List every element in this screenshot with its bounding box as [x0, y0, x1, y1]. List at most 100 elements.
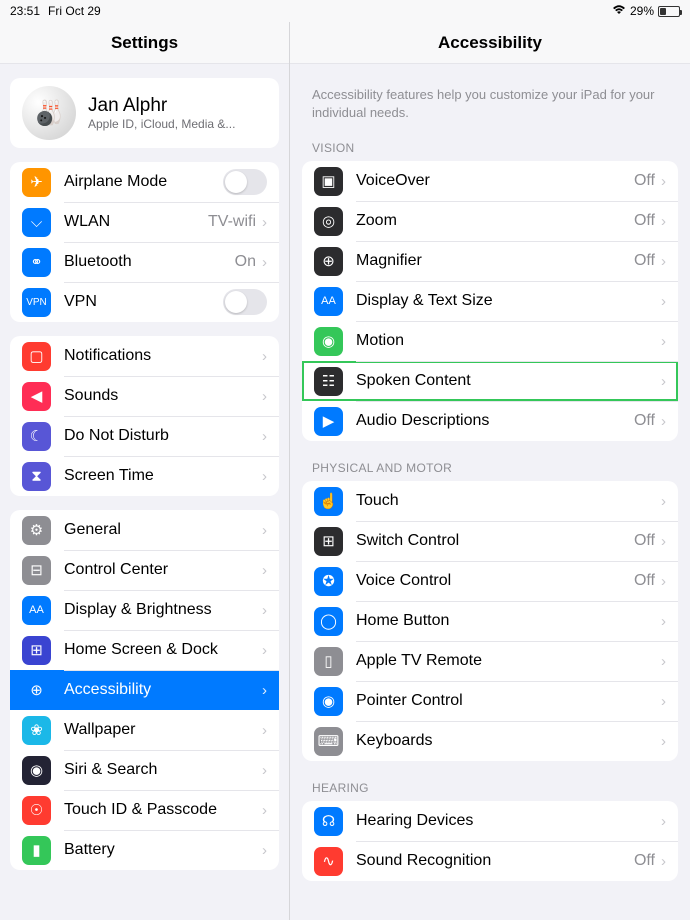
toggle[interactable]: [223, 169, 267, 195]
row-wallpaper[interactable]: ❀ Wallpaper ›: [10, 710, 279, 750]
row-icon: ▮: [22, 836, 51, 865]
chevron-right-icon: ›: [661, 493, 666, 510]
row-icon: ☊: [314, 807, 343, 836]
row-magnifier[interactable]: ⊕ Magnifier Off›: [302, 241, 678, 281]
row-display-brightness[interactable]: AA Display & Brightness ›: [10, 590, 279, 630]
row-home-screen-dock[interactable]: ⊞ Home Screen & Dock ›: [10, 630, 279, 670]
chevron-right-icon: ›: [661, 613, 666, 630]
toggle[interactable]: [223, 289, 267, 315]
row-voiceover[interactable]: ▣ VoiceOver Off›: [302, 161, 678, 201]
row-label: Pointer Control: [356, 692, 661, 710]
row-label: Wallpaper: [64, 721, 262, 739]
battery-pct: 29%: [630, 4, 654, 18]
row-display-text-size[interactable]: AA Display & Text Size ›: [302, 281, 678, 321]
row-icon: ⚭: [22, 248, 51, 277]
row-label: Display & Text Size: [356, 292, 661, 310]
profile-name: Jan Alphr: [88, 95, 235, 117]
chevron-right-icon: ›: [661, 733, 666, 750]
row-do-not-disturb[interactable]: ☾ Do Not Disturb ›: [10, 416, 279, 456]
row-icon: ⌨: [314, 727, 343, 756]
row-label: Notifications: [64, 347, 262, 365]
section-header-physical: Physical and Motor: [312, 461, 668, 475]
row-wlan[interactable]: ⌵ WLAN TV-wifi›: [10, 202, 279, 242]
chevron-right-icon: ›: [262, 388, 267, 405]
row-icon: ☾: [22, 422, 51, 451]
row-icon: AA: [22, 596, 51, 625]
row-icon: ∿: [314, 847, 343, 876]
row-hearing-devices[interactable]: ☊ Hearing Devices ›: [302, 801, 678, 841]
chevron-right-icon: ›: [262, 642, 267, 659]
row-value: Off: [634, 532, 655, 550]
chevron-right-icon: ›: [262, 682, 267, 699]
status-date: Fri Oct 29: [48, 4, 101, 18]
row-icon: AA: [314, 287, 343, 316]
row-zoom[interactable]: ◎ Zoom Off›: [302, 201, 678, 241]
row-label: Do Not Disturb: [64, 427, 262, 445]
chevron-right-icon: ›: [661, 653, 666, 670]
row-accessibility[interactable]: ⊕ Accessibility ›: [10, 670, 279, 710]
row-label: VoiceOver: [356, 172, 634, 190]
row-label: Voice Control: [356, 572, 634, 590]
chevron-right-icon: ›: [262, 468, 267, 485]
row-notifications[interactable]: ▢ Notifications ›: [10, 336, 279, 376]
row-icon: ◉: [314, 327, 343, 356]
row-keyboards[interactable]: ⌨ Keyboards ›: [302, 721, 678, 761]
row-switch-control[interactable]: ⊞ Switch Control Off›: [302, 521, 678, 561]
wifi-icon: [612, 4, 626, 18]
row-value: Off: [634, 852, 655, 870]
row-icon: ◉: [22, 756, 51, 785]
chevron-right-icon: ›: [661, 173, 666, 190]
row-icon: ⚙: [22, 516, 51, 545]
row-label: Zoom: [356, 212, 634, 230]
row-label: Switch Control: [356, 532, 634, 550]
row-apple-tv-remote[interactable]: ▯ Apple TV Remote ›: [302, 641, 678, 681]
chevron-right-icon: ›: [661, 293, 666, 310]
row-label: Home Button: [356, 612, 661, 630]
row-touch-id-passcode[interactable]: ☉ Touch ID & Passcode ›: [10, 790, 279, 830]
row-screen-time[interactable]: ⧗ Screen Time ›: [10, 456, 279, 496]
row-icon: ◎: [314, 207, 343, 236]
section-header-hearing: Hearing: [312, 781, 668, 795]
status-time: 23:51: [10, 4, 40, 18]
row-icon: ⊞: [22, 636, 51, 665]
row-icon: ⊕: [314, 247, 343, 276]
chevron-right-icon: ›: [262, 348, 267, 365]
row-value: Off: [634, 212, 655, 230]
chevron-right-icon: ›: [262, 802, 267, 819]
detail-title: Accessibility: [290, 22, 690, 64]
chevron-right-icon: ›: [661, 693, 666, 710]
chevron-right-icon: ›: [661, 253, 666, 270]
row-spoken-content[interactable]: ☷ Spoken Content ›: [302, 361, 678, 401]
row-label: Audio Descriptions: [356, 412, 634, 430]
row-voice-control[interactable]: ✪ Voice Control Off›: [302, 561, 678, 601]
row-label: Display & Brightness: [64, 601, 262, 619]
row-airplane-mode[interactable]: ✈ Airplane Mode: [10, 162, 279, 202]
row-battery[interactable]: ▮ Battery ›: [10, 830, 279, 870]
row-label: Touch ID & Passcode: [64, 801, 262, 819]
row-home-button[interactable]: ◯ Home Button ›: [302, 601, 678, 641]
row-icon: ▢: [22, 342, 51, 371]
row-control-center[interactable]: ⊟ Control Center ›: [10, 550, 279, 590]
row-general[interactable]: ⚙ General ›: [10, 510, 279, 550]
row-siri-search[interactable]: ◉ Siri & Search ›: [10, 750, 279, 790]
row-value: Off: [634, 572, 655, 590]
row-motion[interactable]: ◉ Motion ›: [302, 321, 678, 361]
row-sounds[interactable]: ◀ Sounds ›: [10, 376, 279, 416]
row-label: Hearing Devices: [356, 812, 661, 830]
row-label: Home Screen & Dock: [64, 641, 262, 659]
row-touch[interactable]: ☝ Touch ›: [302, 481, 678, 521]
avatar: 🎳: [22, 86, 76, 140]
row-sound-recognition[interactable]: ∿ Sound Recognition Off›: [302, 841, 678, 881]
row-vpn[interactable]: VPN VPN: [10, 282, 279, 322]
row-bluetooth[interactable]: ⚭ Bluetooth On›: [10, 242, 279, 282]
row-icon: ⧗: [22, 462, 51, 491]
chevron-right-icon: ›: [262, 522, 267, 539]
row-label: Touch: [356, 492, 661, 510]
profile-row[interactable]: 🎳 Jan Alphr Apple ID, iCloud, Media &...: [10, 78, 279, 148]
row-audio-descriptions[interactable]: ▶ Audio Descriptions Off›: [302, 401, 678, 441]
chevron-right-icon: ›: [262, 428, 267, 445]
row-value: Off: [634, 252, 655, 270]
section-header-vision: Vision: [312, 141, 668, 155]
sidebar: Settings 🎳 Jan Alphr Apple ID, iCloud, M…: [0, 22, 290, 920]
row-pointer-control[interactable]: ◉ Pointer Control ›: [302, 681, 678, 721]
